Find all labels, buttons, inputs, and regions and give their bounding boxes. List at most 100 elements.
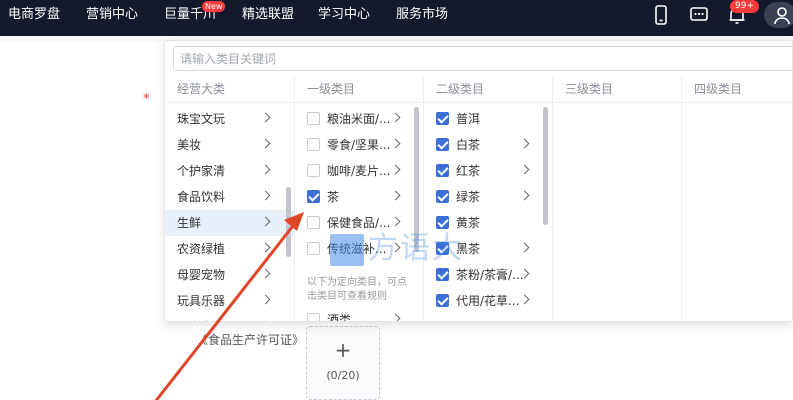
category-label: 生鲜	[177, 216, 202, 230]
major-category-list: 珠宝文玩美妆个护家清食品饮料生鲜农资绿植母婴宠物玩具乐器图书音像	[165, 106, 294, 321]
major-category-item[interactable]: 农资绿植	[165, 236, 294, 262]
level1-extra: 酒类	[295, 307, 423, 322]
level2-category-item[interactable]: 白茶	[424, 132, 552, 158]
major-category-item[interactable]: 图书音像	[165, 314, 294, 321]
level2-category-item[interactable]: 绿茶	[424, 184, 552, 210]
upload-button[interactable]: + (0/20)	[306, 326, 380, 400]
chevron-right-icon	[390, 164, 401, 175]
major-category-column: 经营大类 珠宝文玩美妆个护家清食品饮料生鲜农资绿植母婴宠物玩具乐器图书音像	[165, 77, 295, 321]
chevron-right-icon	[519, 294, 530, 305]
nav-compass[interactable]: 电商罗盘	[8, 0, 60, 32]
chevron-right-icon	[519, 242, 530, 253]
avatar[interactable]	[764, 2, 793, 28]
category-label: 酒类	[327, 313, 352, 322]
chevron-right-icon	[390, 190, 401, 201]
column-header-level4: 四级类目	[682, 77, 792, 103]
food-license-label: 《食品生产许可证》	[196, 333, 305, 347]
checkbox[interactable]	[307, 112, 320, 125]
category-label: 茶	[327, 190, 340, 204]
major-category-item[interactable]: 玩具乐器	[165, 288, 294, 314]
checkbox[interactable]	[307, 242, 320, 255]
level2-category-item[interactable]: 红茶	[424, 158, 552, 184]
category-label: 图书音像	[177, 314, 225, 321]
category-label: 粮油米面/...	[327, 112, 391, 126]
user-icon	[774, 7, 790, 25]
level1-category-item[interactable]: 咖啡/麦片...	[295, 158, 423, 184]
level4-column: 四级类目	[682, 77, 792, 321]
category-label: 绿茶	[456, 190, 481, 204]
category-search-input[interactable]	[173, 46, 792, 71]
new-badge: New	[202, 1, 226, 12]
level2-category-item[interactable]: 普洱	[424, 106, 552, 132]
chevron-right-icon	[260, 112, 271, 123]
watermark: 方语大	[330, 230, 462, 270]
category-label: 零食/坚果...	[327, 138, 391, 152]
directed-category-note-2: 击类目可查看规则	[307, 291, 387, 302]
checkbox[interactable]	[436, 138, 449, 151]
required-mark: *	[143, 92, 150, 107]
category-label: 咖啡/麦片...	[327, 164, 391, 178]
major-category-item[interactable]: 珠宝文玩	[165, 106, 294, 132]
column-header-level2: 二级类目	[424, 77, 552, 103]
message-icon[interactable]	[688, 4, 710, 26]
checkbox[interactable]	[436, 294, 449, 307]
notification-count-badge: 99+	[730, 0, 759, 13]
nav-service-market[interactable]: 服务市场	[396, 0, 448, 32]
category-label: 代用/花草...	[456, 294, 520, 308]
chevron-right-icon	[390, 313, 401, 321]
level3-column: 三级类目	[553, 77, 682, 321]
top-nav-bar: 电商罗盘 营销中心 巨量千川 New 精选联盟 学习中心 服务市场 99+	[0, 0, 793, 36]
watermark-logo	[330, 234, 364, 266]
nav-alliance[interactable]: 精选联盟	[242, 0, 294, 32]
directed-category-note: 以下为定向类目，可点	[307, 277, 407, 288]
checkbox[interactable]	[436, 216, 449, 229]
level2-category-item[interactable]: 代用/花草...	[424, 288, 552, 314]
chevron-right-icon	[260, 294, 271, 305]
column-header-level1: 一级类目	[295, 77, 423, 103]
category-label: 个护家清	[177, 164, 226, 178]
category-label: 玩具乐器	[177, 294, 226, 308]
major-category-item[interactable]: 生鲜	[165, 210, 294, 236]
checkbox[interactable]	[307, 216, 320, 229]
major-category-item[interactable]: 母婴宠物	[165, 262, 294, 288]
nav-marketing[interactable]: 营销中心	[86, 0, 138, 32]
level1-category-item[interactable]: 茶	[295, 184, 423, 210]
chevron-right-icon	[390, 138, 401, 149]
checkbox[interactable]	[436, 112, 449, 125]
checkbox[interactable]	[307, 164, 320, 177]
chevron-right-icon	[390, 216, 401, 227]
checkbox[interactable]	[436, 190, 449, 203]
checkbox[interactable]	[436, 164, 449, 177]
checkbox[interactable]	[307, 190, 320, 203]
category-label: 普洱	[456, 112, 481, 126]
checkbox[interactable]	[307, 313, 320, 321]
checkbox[interactable]	[307, 138, 320, 151]
major-scrollbar[interactable]	[286, 187, 291, 257]
category-label: 美妆	[177, 138, 202, 152]
chevron-right-icon	[260, 320, 271, 321]
chevron-right-icon	[260, 190, 271, 201]
level1-category-item[interactable]: 酒类	[295, 307, 423, 322]
chevron-right-icon	[519, 164, 530, 175]
major-category-item[interactable]: 个护家清	[165, 158, 294, 184]
major-category-item[interactable]: 食品饮料	[165, 184, 294, 210]
category-label: 农资绿植	[177, 242, 226, 256]
category-picker-panel: 经营大类 珠宝文玩美妆个护家清食品饮料生鲜农资绿植母婴宠物玩具乐器图书音像 一级…	[164, 40, 793, 322]
chevron-right-icon	[260, 268, 271, 279]
chevron-right-icon	[260, 216, 271, 227]
column-header-major: 经营大类	[165, 77, 294, 103]
plus-icon: +	[334, 338, 352, 362]
chevron-right-icon	[519, 190, 530, 201]
column-header-level3: 三级类目	[553, 77, 681, 103]
major-category-item[interactable]: 美妆	[165, 132, 294, 158]
category-label: 茶粉/茶膏/...	[456, 268, 524, 282]
level1-category-item[interactable]: 粮油米面/...	[295, 106, 423, 132]
category-label: 食品饮料	[177, 190, 226, 204]
chevron-right-icon	[390, 112, 401, 123]
upload-count: (0/20)	[326, 369, 360, 382]
phone-icon[interactable]	[650, 4, 672, 26]
level1-category-item[interactable]: 零食/坚果...	[295, 132, 423, 158]
level2-scrollbar[interactable]	[543, 107, 548, 225]
nav-learning[interactable]: 学习中心	[318, 0, 370, 32]
category-label: 白茶	[456, 138, 481, 152]
